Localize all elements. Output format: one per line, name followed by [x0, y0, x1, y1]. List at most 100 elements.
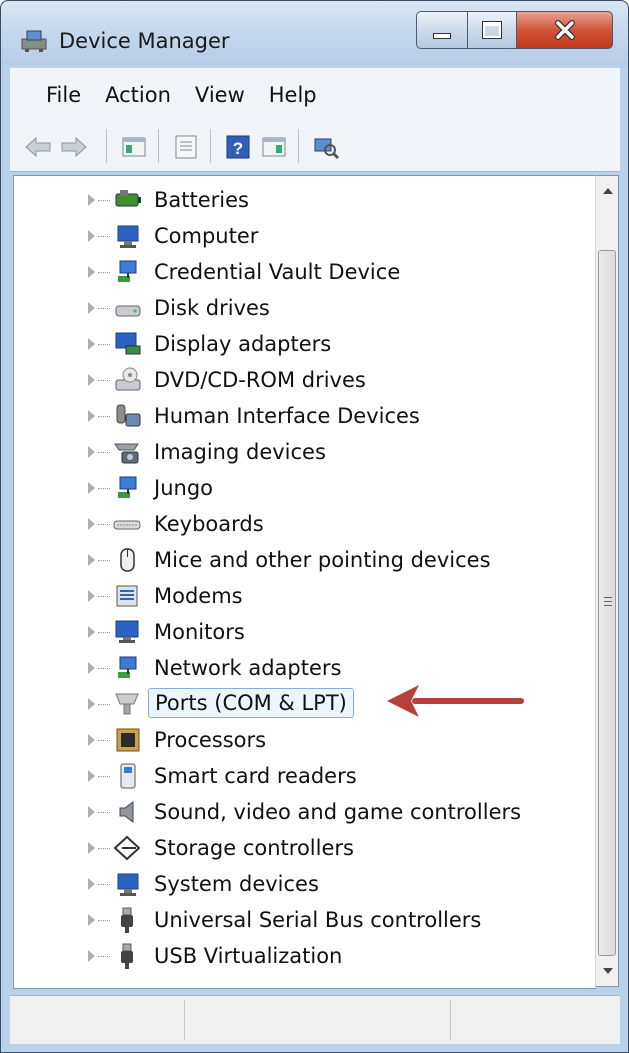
- minimize-button[interactable]: [416, 11, 468, 49]
- tree-item-mice[interactable]: Mice and other pointing devices: [14, 544, 596, 576]
- tree-item-display-adapters[interactable]: Display adapters: [14, 328, 596, 360]
- expand-arrow-icon[interactable]: [88, 374, 95, 386]
- tree-item-dvd-cd-rom-drives[interactable]: DVD/CD-ROM drives: [14, 364, 596, 396]
- scroll-down-arrow-icon[interactable]: [603, 968, 613, 974]
- expand-arrow-icon[interactable]: [88, 662, 95, 674]
- expand-arrow-icon[interactable]: [88, 518, 95, 530]
- port-icon: [115, 693, 139, 715]
- expand-arrow-icon[interactable]: [88, 266, 95, 278]
- device-manager-window: Device Manager File Action View Help ? B…: [0, 0, 629, 1053]
- status-bar-divider: [450, 1000, 451, 1040]
- toolbar-separator: [106, 129, 107, 163]
- storage-icon: [113, 835, 141, 861]
- modem-icon: [116, 585, 138, 607]
- usb-icon: [121, 943, 133, 969]
- keyboard-icon: [113, 520, 141, 530]
- tree-item-network-adapters[interactable]: Network adapters: [14, 652, 596, 684]
- tree-item-processors[interactable]: Processors: [14, 724, 596, 756]
- expand-arrow-icon[interactable]: [88, 878, 95, 890]
- menu-action[interactable]: Action: [93, 83, 183, 107]
- expand-arrow-icon[interactable]: [88, 446, 95, 458]
- expand-arrow-icon[interactable]: [88, 338, 95, 350]
- tree-item-smart-card-readers[interactable]: Smart card readers: [14, 760, 596, 792]
- tree-item-imaging-devices[interactable]: Imaging devices: [14, 436, 596, 468]
- expand-arrow-icon[interactable]: [88, 698, 95, 710]
- tree-item-disk-drives[interactable]: Disk drives: [14, 292, 596, 324]
- monitor-icon: [115, 620, 139, 643]
- tree-item-usb-virtualization[interactable]: USB Virtualization: [14, 940, 596, 972]
- device-manager-app-icon: [21, 30, 47, 52]
- device-tree: Batteries Computer Credential Vault Devi…: [13, 175, 596, 989]
- toolbar-separator: [210, 129, 211, 163]
- title-bar[interactable]: Device Manager: [1, 1, 628, 65]
- svg-text:?: ?: [233, 139, 243, 158]
- camera-icon: [114, 443, 139, 464]
- expand-arrow-icon[interactable]: [88, 590, 95, 602]
- forward-arrow-icon[interactable]: [60, 133, 88, 161]
- expand-arrow-icon[interactable]: [88, 842, 95, 854]
- mouse-icon: [120, 548, 135, 572]
- expand-arrow-icon[interactable]: [88, 806, 95, 818]
- expand-arrow-icon[interactable]: [88, 410, 95, 422]
- maximize-button[interactable]: [467, 11, 517, 49]
- properties-icon[interactable]: [172, 133, 200, 161]
- menu-help[interactable]: Help: [257, 83, 329, 107]
- expand-arrow-icon[interactable]: [88, 770, 95, 782]
- network-device-icon: [118, 260, 137, 282]
- toolbar: ?: [10, 121, 620, 172]
- toolbar-separator: [158, 129, 159, 163]
- show-action-pane-icon[interactable]: [260, 133, 288, 161]
- speaker-icon: [119, 801, 134, 823]
- tree-item-modems[interactable]: Modems: [14, 580, 596, 612]
- menu-bar: File Action View Help: [10, 67, 620, 122]
- expand-arrow-icon[interactable]: [88, 302, 95, 314]
- computer-icon: [117, 873, 139, 896]
- show-hide-console-tree-icon[interactable]: [120, 133, 148, 161]
- scan-hardware-changes-icon[interactable]: [312, 133, 340, 161]
- maximize-icon: [482, 21, 502, 39]
- expand-arrow-icon[interactable]: [88, 482, 95, 494]
- expand-arrow-icon[interactable]: [88, 230, 95, 242]
- help-icon[interactable]: ?: [224, 133, 252, 161]
- status-bar: [10, 995, 620, 1044]
- smart-card-icon: [120, 763, 136, 789]
- expand-arrow-icon[interactable]: [88, 194, 95, 206]
- expand-arrow-icon[interactable]: [88, 914, 95, 926]
- disk-drive-icon: [115, 305, 141, 317]
- status-bar-divider: [184, 1000, 185, 1040]
- menu-file[interactable]: File: [10, 83, 93, 107]
- dvd-drive-icon: [115, 367, 141, 391]
- close-icon: [554, 20, 575, 40]
- tree-item-system-devices[interactable]: System devices: [14, 868, 596, 900]
- vertical-scrollbar[interactable]: [595, 175, 619, 987]
- tree-item-sound-video-game-controllers[interactable]: Sound, video and game controllers: [14, 796, 596, 828]
- menu-view[interactable]: View: [183, 83, 257, 107]
- network-adapter-icon: [118, 656, 137, 678]
- expand-arrow-icon[interactable]: [88, 734, 95, 746]
- tree-item-batteries[interactable]: Batteries: [14, 184, 596, 216]
- close-button[interactable]: [516, 11, 613, 49]
- tree-item-human-interface-devices[interactable]: Human Interface Devices: [14, 400, 596, 432]
- tree-item-usb-controllers[interactable]: Universal Serial Bus controllers: [14, 904, 596, 936]
- processor-icon: [116, 728, 140, 752]
- back-arrow-icon[interactable]: [24, 133, 52, 161]
- tree-item-jungo[interactable]: Jungo: [14, 472, 596, 504]
- tree-item-storage-controllers[interactable]: Storage controllers: [14, 832, 596, 864]
- tree-item-keyboards[interactable]: Keyboards: [14, 508, 596, 540]
- expand-arrow-icon[interactable]: [88, 554, 95, 566]
- network-device-icon: [118, 476, 137, 498]
- annotation-arrow-icon: [387, 685, 524, 717]
- scrollbar-thumb[interactable]: [598, 250, 616, 956]
- expand-arrow-icon[interactable]: [88, 626, 95, 638]
- toolbar-separator: [298, 129, 299, 163]
- usb-icon: [121, 907, 133, 933]
- window-title: Device Manager: [59, 29, 230, 53]
- expand-arrow-icon[interactable]: [88, 950, 95, 962]
- scroll-up-arrow-icon[interactable]: [603, 188, 613, 194]
- computer-icon: [117, 225, 139, 248]
- tree-item-credential-vault-device[interactable]: Credential Vault Device: [14, 256, 596, 288]
- hid-icon: [116, 404, 141, 427]
- battery-icon: [115, 190, 141, 207]
- tree-item-monitors[interactable]: Monitors: [14, 616, 596, 648]
- tree-item-computer[interactable]: Computer: [14, 220, 596, 252]
